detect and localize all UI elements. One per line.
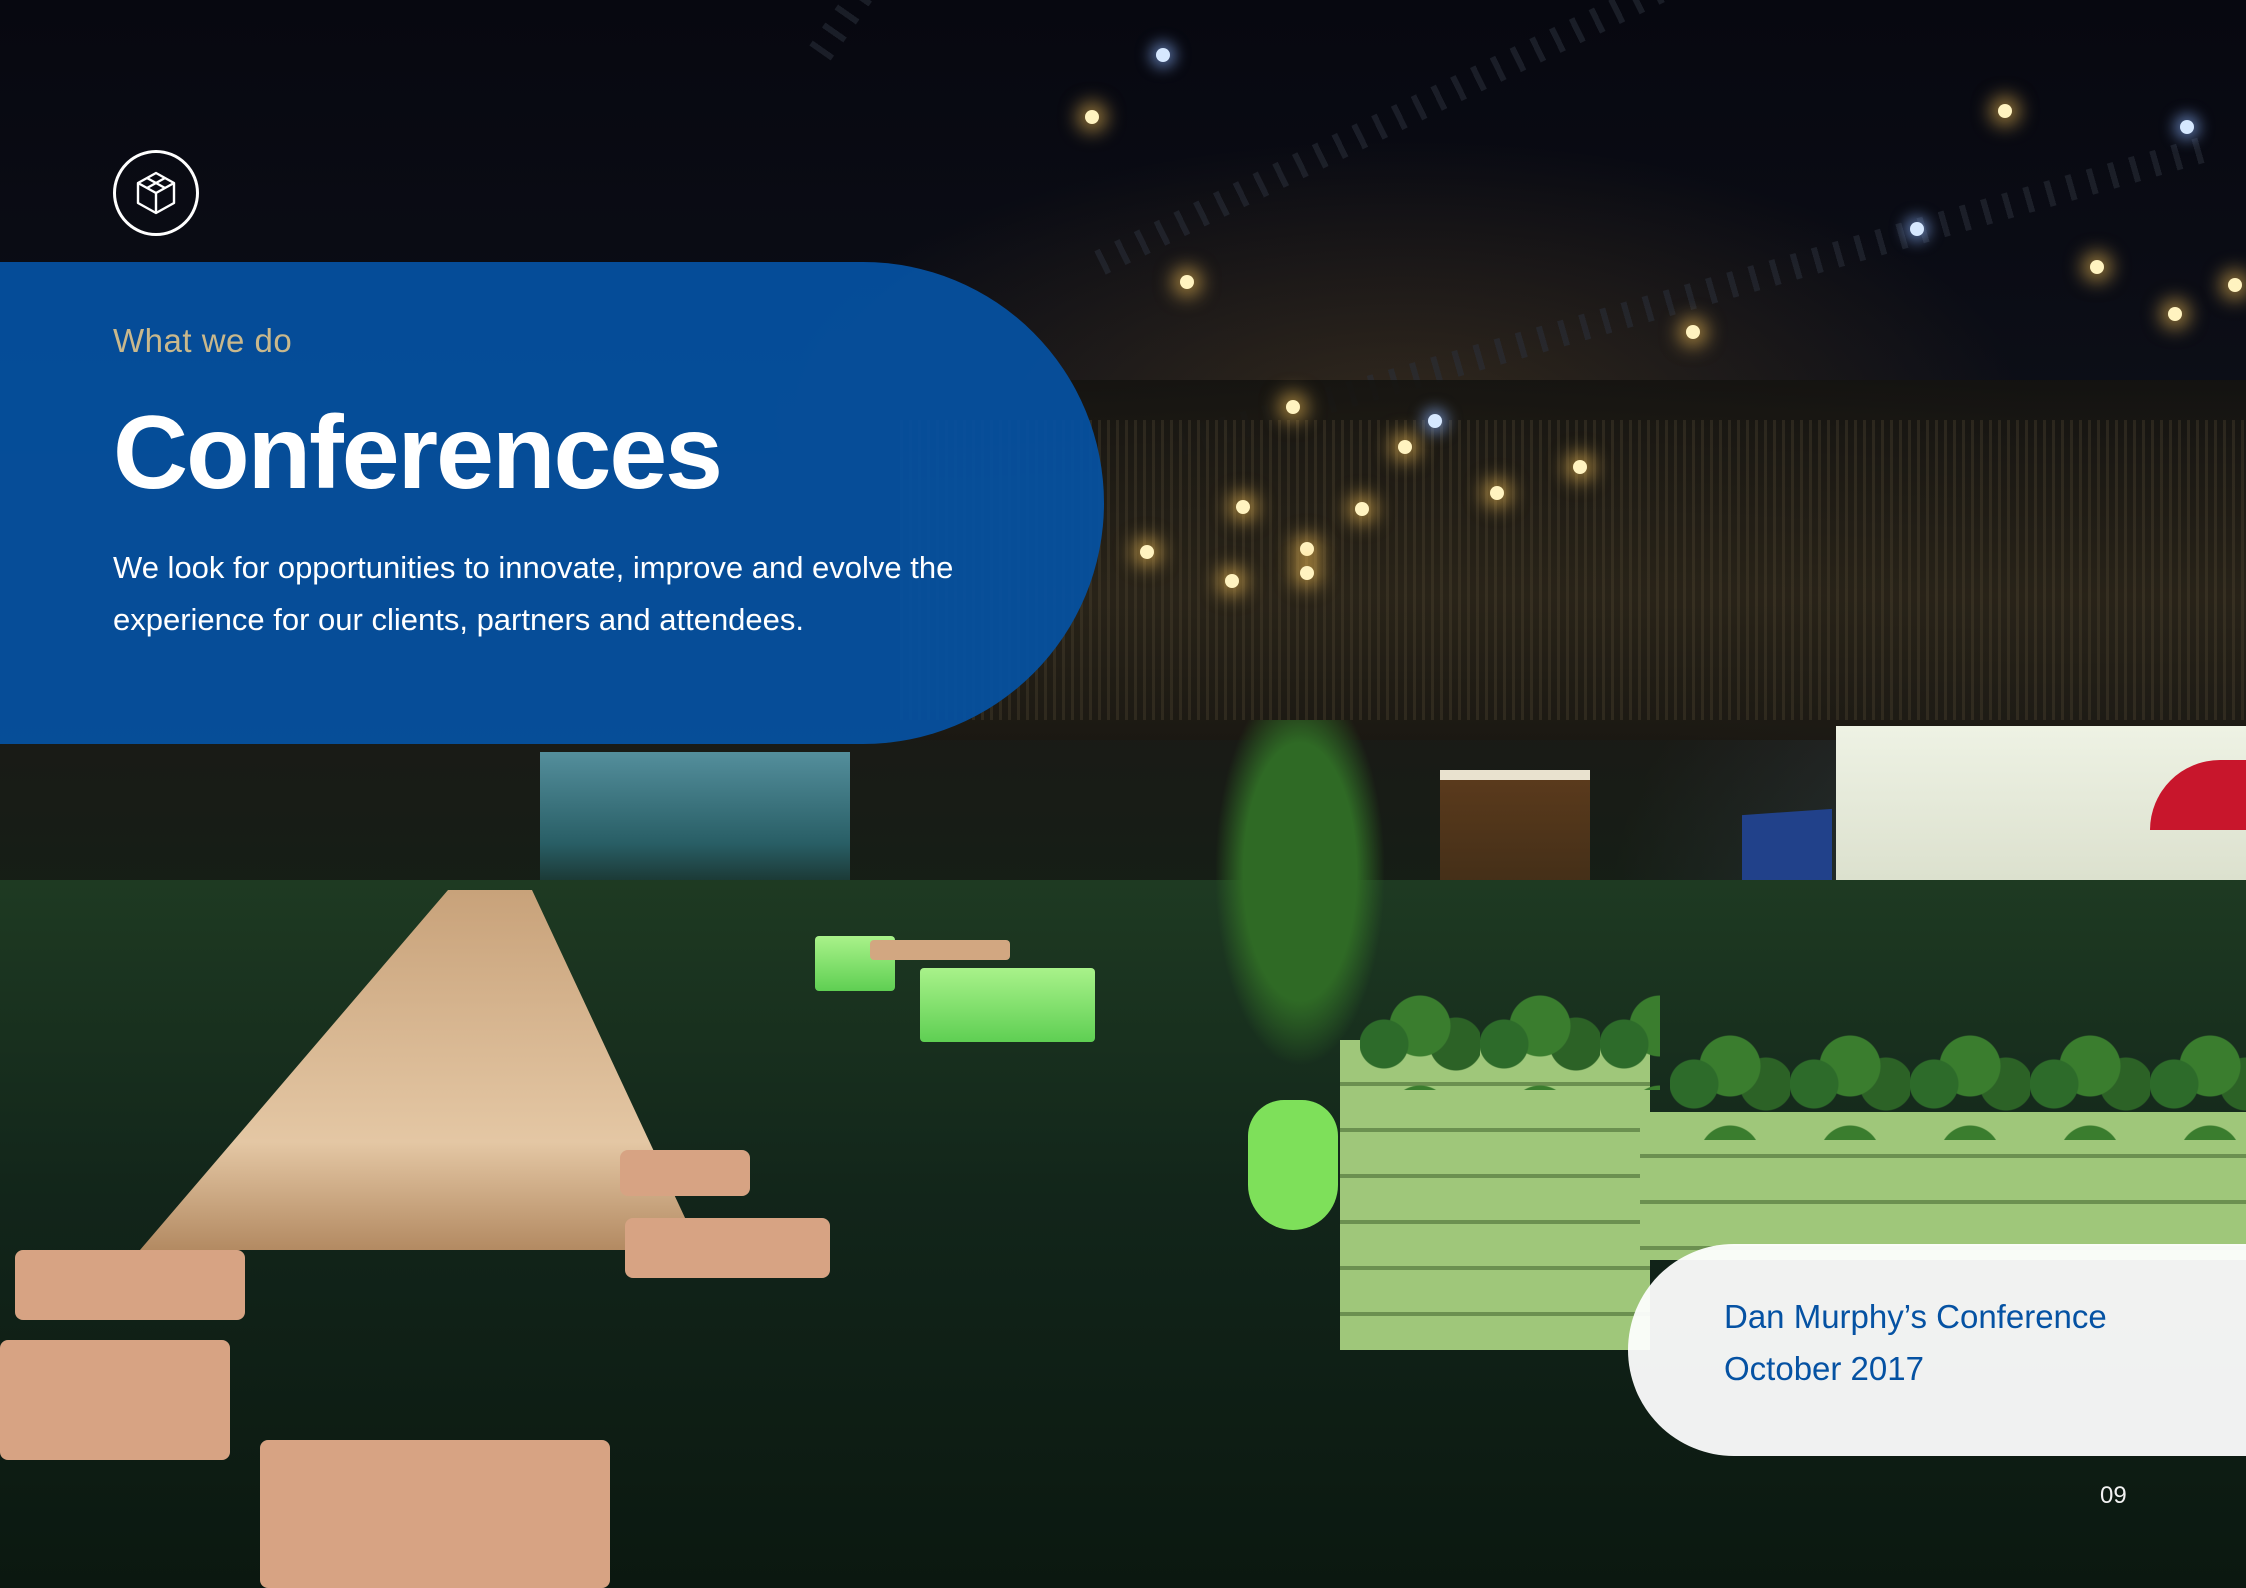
- page-number: 09: [2100, 1482, 2127, 1509]
- caption-event-name: Dan Murphy’s Conference: [1724, 1298, 2107, 1335]
- caption-event-date: October 2017: [1724, 1350, 1924, 1387]
- photo-caption-panel: [1628, 1244, 2246, 1456]
- cube-logo-icon: [113, 150, 199, 236]
- page-title: Conferences: [113, 395, 723, 511]
- intro-paragraph: We look for opportunities to innovate, i…: [113, 550, 954, 637]
- section-eyebrow: What we do: [113, 322, 293, 359]
